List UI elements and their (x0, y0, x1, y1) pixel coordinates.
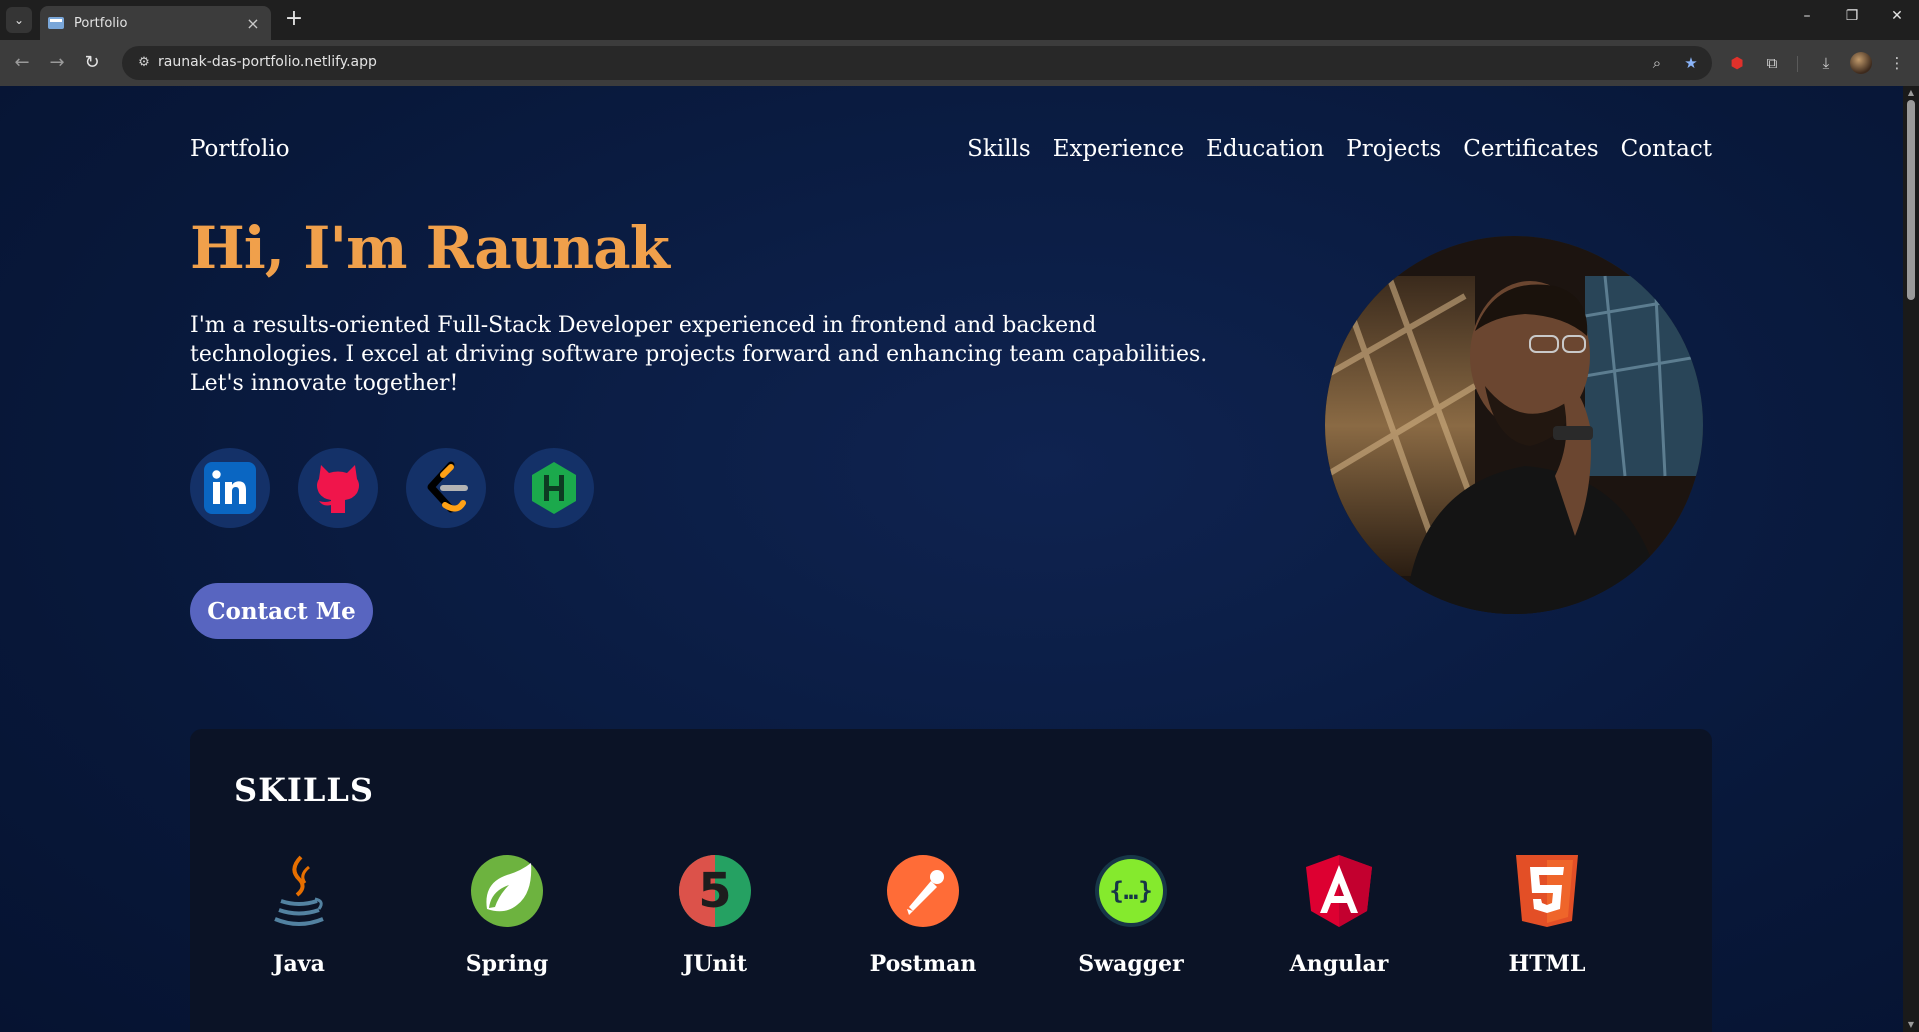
skills-title: SKILLS (234, 771, 374, 809)
hero-title: Hi, I'm Raunak (190, 214, 670, 282)
nav-contact[interactable]: Contact (1621, 136, 1712, 162)
leetcode-icon (427, 461, 468, 513)
close-window-icon[interactable]: ✕ (1887, 8, 1907, 24)
nav-skills[interactable]: Skills (967, 136, 1031, 162)
skill-label: Swagger (1078, 951, 1184, 977)
toolbar-divider (1797, 56, 1798, 72)
svg-text:5: 5 (698, 863, 731, 919)
nav-menu: Skills Experience Education Projects Cer… (967, 136, 1712, 162)
spring-icon (471, 855, 543, 927)
leetcode-link[interactable] (406, 448, 486, 528)
skills-section: SKILLS Java Spring 5 JUnit Postman {…} S… (190, 729, 1712, 1032)
browser-toolbar: ← → ↻ ⚙ raunak-das-portfolio.netlify.app… (0, 40, 1919, 86)
tab-close-icon[interactable]: × (243, 14, 263, 33)
minimize-icon[interactable]: – (1797, 8, 1817, 24)
site-navbar: Portfolio Skills Experience Education Pr… (190, 136, 1712, 176)
html5-icon (1516, 855, 1578, 927)
skill-label: HTML (1508, 951, 1586, 977)
profile-photo-illustration (1325, 236, 1703, 614)
brand-link[interactable]: Portfolio (190, 136, 290, 162)
back-icon[interactable]: ← (9, 50, 35, 76)
skill-junit: 5 JUnit (640, 851, 790, 977)
hackerrank-icon (532, 462, 576, 514)
linkedin-link[interactable] (190, 448, 270, 528)
bookmark-star-icon[interactable]: ★ (1680, 52, 1702, 74)
browser-tab[interactable]: Portfolio × (40, 6, 271, 40)
tab-search-button[interactable]: ⌄ (6, 7, 32, 33)
postman-icon (887, 855, 959, 927)
nav-projects[interactable]: Projects (1346, 136, 1441, 162)
nav-education[interactable]: Education (1206, 136, 1324, 162)
skill-label: JUnit (682, 951, 748, 977)
menu-kebab-icon[interactable]: ⋮ (1885, 51, 1909, 75)
restore-icon[interactable]: ❐ (1842, 8, 1862, 24)
scroll-down-icon[interactable]: ▼ (1906, 1020, 1916, 1029)
zoom-icon[interactable]: ⌕ (1646, 52, 1668, 74)
junit-icon: 5 (679, 855, 751, 927)
profile-photo (1325, 236, 1703, 614)
linkedin-icon (204, 462, 256, 514)
skill-java: Java (224, 851, 374, 977)
skill-label: Angular (1289, 951, 1389, 977)
angular-icon (1306, 855, 1372, 927)
browser-tab-bar: ⌄ Portfolio × + – ❐ ✕ (0, 0, 1919, 40)
extensions-puzzle-icon[interactable]: ⧉ (1760, 51, 1784, 75)
tab-title: Portfolio (74, 15, 128, 31)
skill-angular: Angular (1264, 851, 1414, 977)
skill-spring: Spring (432, 851, 582, 977)
page-scrollbar[interactable]: ▲ ▼ (1903, 86, 1919, 1032)
skill-swagger: {…} Swagger (1056, 851, 1206, 977)
reload-icon[interactable]: ↻ (79, 50, 105, 76)
github-icon (317, 465, 359, 513)
contact-me-button[interactable]: Contact Me (190, 583, 373, 639)
download-icon[interactable]: ⤓ (1814, 51, 1838, 75)
scroll-up-icon[interactable]: ▲ (1906, 88, 1916, 97)
svg-text:{…}: {…} (1109, 877, 1152, 905)
skill-label: Spring (465, 951, 549, 977)
github-link[interactable] (298, 448, 378, 528)
java-icon (274, 855, 324, 926)
skill-html: HTML (1472, 851, 1622, 977)
hero-description: I'm a results-oriented Full-Stack Develo… (190, 313, 1208, 396)
skill-postman: Postman (848, 851, 998, 977)
profile-avatar-icon[interactable] (1850, 52, 1872, 74)
extension-shield-icon[interactable]: ⬢ (1725, 51, 1749, 75)
nav-experience[interactable]: Experience (1053, 136, 1184, 162)
forward-icon[interactable]: → (44, 50, 70, 76)
skill-label: Postman (869, 951, 977, 977)
new-tab-button[interactable]: + (282, 8, 306, 32)
address-bar[interactable]: ⚙ raunak-das-portfolio.netlify.app ⌕ ★ (122, 46, 1712, 80)
page-viewport: Portfolio Skills Experience Education Pr… (0, 86, 1903, 1032)
scrollbar-thumb[interactable] (1907, 100, 1915, 300)
hackerrank-link[interactable] (514, 448, 594, 528)
nav-certificates[interactable]: Certificates (1463, 136, 1598, 162)
site-info-icon[interactable]: ⚙ (132, 51, 156, 75)
skill-label: Java (273, 951, 325, 977)
url-text[interactable]: raunak-das-portfolio.netlify.app (158, 54, 377, 70)
mail-favicon-icon (48, 17, 64, 29)
swagger-icon: {…} (1095, 855, 1167, 927)
